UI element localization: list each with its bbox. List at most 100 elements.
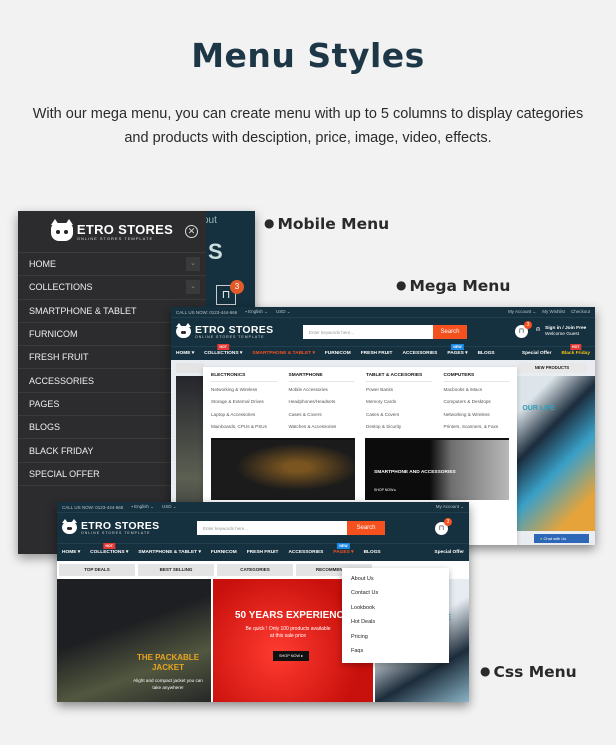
- mobile-menu-item-label: COLLECTIONS: [29, 282, 93, 293]
- search-input[interactable]: Enter keywords here...: [303, 325, 433, 339]
- nav-collections[interactable]: HOT COLLECTIONS ▾: [204, 344, 242, 356]
- cart-icon[interactable]: ⊓ 3: [435, 518, 452, 535]
- product-tab[interactable]: BEST SELLING: [138, 564, 214, 576]
- mega-menu-column: COMPUTERS Macbooks & iMacs Computers & Des…: [443, 373, 510, 433]
- mega-menu-link[interactable]: Memory Cards: [366, 396, 432, 408]
- dropdown-item[interactable]: Lookbook: [351, 601, 449, 615]
- nav-blogs[interactable]: BLOGS: [364, 550, 381, 555]
- smartphone-banner[interactable]: SMARTPHONE AND ACCESSORIES SHOP NOW ▸: [365, 438, 509, 501]
- mega-menu-column-heading[interactable]: ELECTRONICS: [211, 373, 277, 382]
- checkout-link[interactable]: Checkout: [571, 309, 590, 315]
- signin-block[interactable]: ⍝ Sign in / Join Free Welcome Guest: [536, 326, 586, 338]
- banner-subtitle: Alight and compact jacket you can take a…: [133, 678, 203, 690]
- banner-title: THE PACKABLE JACKET: [136, 653, 200, 672]
- mega-menu-column-heading[interactable]: COMPUTERS: [443, 373, 509, 382]
- search-button[interactable]: Search: [347, 521, 385, 535]
- nav-home[interactable]: HOME ▾: [62, 550, 80, 555]
- chat-button[interactable]: ● Chat with Us: [534, 534, 589, 543]
- mega-menu-link[interactable]: Headphones/Headsets: [289, 396, 355, 408]
- css-menu-screenshot: CALL US NOW: 0123-444-666 ▪ English ⌄ US…: [57, 502, 469, 702]
- mobile-menu-item-label: ACCESSORIES: [29, 375, 95, 386]
- search-input[interactable]: Enter keywords here...: [197, 521, 347, 535]
- mega-menu-link[interactable]: Destop & Sicurity: [366, 421, 432, 433]
- logo[interactable]: ETRO STORES ONLINE STORES TEMPLATE: [62, 519, 159, 536]
- search-button[interactable]: Search: [433, 325, 467, 339]
- nav-accessories[interactable]: ACCESSORIES: [288, 550, 323, 555]
- dropdown-item[interactable]: About Us: [351, 572, 449, 586]
- jacket-banner[interactable]: THE PACKABLE JACKET Alight and compact j…: [57, 579, 211, 702]
- mega-menu-link[interactable]: Laptop & Accessories: [211, 409, 277, 421]
- language-select[interactable]: ▪ English ⌄: [245, 309, 268, 315]
- chevron-down-icon[interactable]: ⌄: [186, 280, 200, 295]
- bullet-icon: ●: [480, 664, 491, 678]
- logo[interactable]: ETRO STORES ONLINE STORES TEMPLATE: [50, 218, 173, 241]
- nav-home[interactable]: HOME ▾: [176, 351, 194, 356]
- nav-fresh-fruit[interactable]: FRESH FRUIT: [361, 351, 393, 356]
- mega-menu-link[interactable]: Watches & Accessories: [289, 421, 355, 433]
- mobile-menu-item-label: BLACK FRIDAY: [29, 445, 94, 456]
- mega-menu-link[interactable]: Mainboards, CPUs & PSUs: [211, 421, 277, 433]
- hot-badge: HOT: [217, 344, 229, 350]
- nav-pages[interactable]: NEW PAGES ▾: [447, 344, 468, 356]
- mega-menu-link[interactable]: Macbooks & iMacs: [444, 384, 510, 396]
- currency-select[interactable]: USD ⌄: [162, 504, 177, 510]
- nav-accessories[interactable]: ACCESSORIES: [402, 351, 437, 356]
- my-account-link[interactable]: My Account ⌄: [436, 504, 464, 510]
- close-icon[interactable]: ✕: [185, 225, 198, 238]
- mega-menu-link[interactable]: Storage & External Drives: [211, 396, 277, 408]
- nav-special-offer[interactable]: Special Offer: [434, 550, 464, 555]
- nav-smartphone-tablet[interactable]: SMARTPHONE & TABLET ▾: [252, 351, 315, 356]
- mega-menu-link[interactable]: Printers, Scanners, & Faxs: [444, 421, 510, 433]
- mega-menu-link[interactable]: Cases & Covers: [366, 409, 432, 421]
- nav-fresh-fruit[interactable]: FRESH FRUIT: [247, 550, 279, 555]
- nav-furnicom[interactable]: FURNICOM: [325, 351, 351, 356]
- wishlist-link[interactable]: My Wishlist: [542, 309, 565, 315]
- dropdown-item[interactable]: Pricing: [351, 630, 449, 644]
- nav-pages[interactable]: NEW PAGES ▾: [333, 543, 354, 555]
- mega-menu-link[interactable]: Mobile Accessories: [289, 384, 355, 396]
- hot-badge: HOT: [103, 543, 115, 549]
- mega-menu-column: SMARTPHONE Mobile Accessories Headphones/H…: [288, 373, 355, 433]
- mobile-menu-item[interactable]: HOME ⌄: [18, 253, 206, 277]
- bullet-icon: ●: [396, 278, 407, 292]
- dropdown-item[interactable]: Faqs: [351, 644, 449, 658]
- pages-dropdown-menu: About Us Contact Us Lookbook Hot Deals Prici…: [342, 568, 449, 663]
- search-bar: Enter keywords here... Search: [197, 521, 385, 535]
- nav-collections[interactable]: HOT COLLECTIONS ▾: [90, 543, 128, 555]
- mega-menu-column-heading[interactable]: SMARTPHONE: [288, 373, 354, 382]
- currency-select[interactable]: USD ⌄: [276, 309, 291, 315]
- dropdown-item[interactable]: Hot Deals: [351, 615, 449, 629]
- mobile-menu-item-label: PAGES: [29, 398, 60, 409]
- product-tab[interactable]: TOP DEALS: [59, 564, 135, 576]
- shop-now-link[interactable]: SHOP NOW ▸: [374, 488, 396, 492]
- mega-menu-link[interactable]: Computers & Desktops: [444, 396, 510, 408]
- nav-furnicom[interactable]: FURNICOM: [211, 550, 237, 555]
- mega-menu-column-heading[interactable]: TABLET & ACCESORIES: [366, 373, 432, 382]
- mega-menu-link[interactable]: Networking & Wireless: [444, 409, 510, 421]
- tab-new-products[interactable]: NEW PRODUCTS: [517, 363, 587, 373]
- new-badge: NEW: [451, 344, 464, 350]
- nav-special-offer[interactable]: Special Offer: [522, 351, 552, 356]
- logo[interactable]: ETRO STORES ONLINE STORES TEMPLATE: [176, 323, 273, 340]
- chevron-down-icon[interactable]: ⌄: [186, 257, 200, 271]
- page-title: Menu Styles: [191, 36, 425, 75]
- mega-menu-link[interactable]: Power Banks: [366, 384, 432, 396]
- mega-menu-link[interactable]: Networking & Wireless: [211, 384, 277, 396]
- laptop-banner[interactable]: [211, 438, 355, 501]
- tab[interactable]: [176, 363, 204, 373]
- mobile-menu-item[interactable]: COLLECTIONS ⌄: [18, 276, 206, 300]
- shop-now-button[interactable]: SHOP NOW ▸: [273, 651, 309, 661]
- banner-title: SMARTPHONE AND ACCESSORIES: [374, 470, 456, 476]
- dropdown-item[interactable]: Contact Us: [351, 586, 449, 600]
- cart-icon[interactable]: ⊓ 3: [515, 321, 532, 338]
- mega-menu-link[interactable]: Cases & Covers: [289, 409, 355, 421]
- language-select[interactable]: ▪ English ⌄: [131, 504, 154, 510]
- mobile-menu-item-label: SPECIAL OFFER: [29, 468, 100, 479]
- nav-smartphone-tablet[interactable]: SMARTPHONE & TABLET ▾: [138, 550, 201, 555]
- nav-blogs[interactable]: BLOGS: [478, 351, 495, 356]
- my-account-link[interactable]: My Account ⌄: [508, 309, 536, 315]
- nav-black-friday[interactable]: HOT Black Friday: [561, 344, 590, 356]
- cat-logo-icon: [62, 519, 77, 534]
- product-tab[interactable]: CATEGORIES: [217, 564, 293, 576]
- page-description: With our mega menu, you can create menu …: [32, 106, 584, 146]
